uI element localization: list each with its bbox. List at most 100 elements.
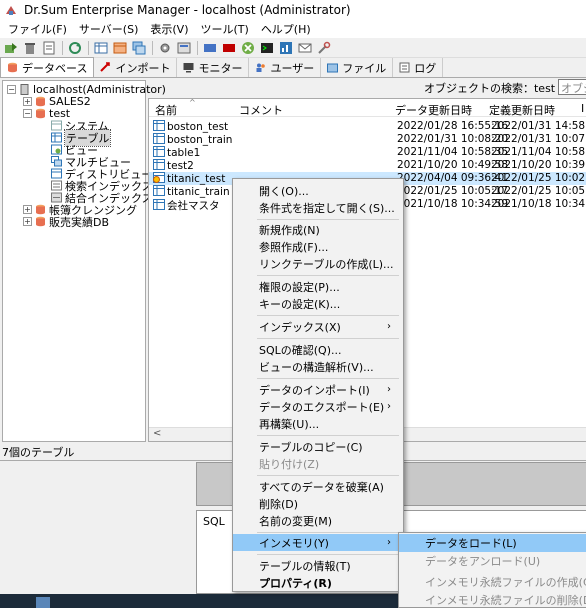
menu-copy-table[interactable]: テーブルのコピー(C) xyxy=(233,438,403,455)
sql-icon[interactable] xyxy=(201,39,218,56)
tab-log[interactable]: ログ xyxy=(393,58,444,77)
trash-icon[interactable] xyxy=(21,39,38,56)
tab-database[interactable]: データベース xyxy=(0,57,95,77)
toolbar-separator xyxy=(62,40,63,55)
menu-delete[interactable]: 削除(D) xyxy=(233,495,403,512)
table-icon xyxy=(153,133,165,144)
chart-icon[interactable] xyxy=(277,39,294,56)
multiview-icon xyxy=(51,156,62,167)
refresh-icon[interactable] xyxy=(66,39,83,56)
tab-label: モニター xyxy=(198,61,243,75)
menu-data-import[interactable]: データのインポート(I) › xyxy=(233,381,403,398)
menu-new[interactable]: 新規作成(N) xyxy=(233,221,403,238)
column-header-extra[interactable]: I xyxy=(581,102,584,115)
def-updated: 2022/01/31 14:58:52 xyxy=(491,120,586,132)
view-icon[interactable] xyxy=(111,39,128,56)
expand-icon[interactable]: + xyxy=(23,97,32,106)
def-updated: 2022/01/25 10:05:17 xyxy=(491,185,586,197)
tab-file[interactable]: ファイル xyxy=(321,58,394,77)
file-icon xyxy=(327,63,339,73)
menu-create-reference[interactable]: 参照作成(F)... xyxy=(233,238,403,255)
connect-icon[interactable] xyxy=(2,39,19,56)
inmemory-submenu: データをロード(L) データをアンロード(U) インメモリ永続ファイルの作成(C… xyxy=(398,532,586,608)
collapse-icon[interactable]: − xyxy=(23,109,32,118)
menu-table-info[interactable]: テーブルの情報(T) xyxy=(233,557,403,574)
title-bar: Dr.Sum Enterprise Manager - localhost (A… xyxy=(0,0,586,20)
column-header-data-updated[interactable]: データ更新日時 xyxy=(395,102,472,118)
chevron-right-icon: › xyxy=(387,401,391,412)
def-updated: 2021/11/04 10:58:35 xyxy=(491,146,586,158)
tree-node-sales-db[interactable]: + 販売実績DB xyxy=(23,215,109,229)
menu-key-settings[interactable]: キーの設定(K)... xyxy=(233,295,403,312)
menu-load-data[interactable]: データをロード(L) xyxy=(399,534,586,552)
tab-label: ユーザー xyxy=(270,61,315,75)
table-icon[interactable] xyxy=(92,39,109,56)
table-icon xyxy=(153,185,165,196)
monitor-icon xyxy=(183,63,194,73)
menu-check-sql[interactable]: SQLの確認(Q)... xyxy=(233,341,403,358)
table-row[interactable]: table1 2021/11/04 10:58:35 2021/11/04 10… xyxy=(149,146,586,159)
menu-view[interactable]: 表示(V) xyxy=(144,21,194,37)
column-header-def-updated[interactable]: 定義更新日時 xyxy=(489,102,555,118)
scroll-left-icon[interactable]: < xyxy=(153,428,161,439)
menu-properties[interactable]: プロパティ(R) xyxy=(233,574,403,591)
expand-icon[interactable]: + xyxy=(23,217,32,226)
mail-icon[interactable] xyxy=(296,39,313,56)
tools-icon[interactable] xyxy=(315,39,332,56)
server-icon[interactable] xyxy=(175,39,192,56)
collapse-icon[interactable]: − xyxy=(7,85,16,94)
menu-create-persistent-file[interactable]: インメモリ永続ファイルの作成(C) xyxy=(399,573,586,591)
stop-icon[interactable] xyxy=(239,39,256,56)
menu-data-export[interactable]: データのエクスポート(E) › xyxy=(233,398,403,415)
menu-tools[interactable]: ツール(T) xyxy=(195,21,255,37)
def-updated: 2021/10/20 10:39:27 xyxy=(491,159,586,171)
menu-create-link-table[interactable]: リンクテーブルの作成(L)... xyxy=(233,255,403,272)
tab-label: データベース xyxy=(22,61,88,75)
status-text: 7個のテーブル xyxy=(2,446,75,459)
menu-separator xyxy=(257,532,399,533)
menu-separator xyxy=(257,475,399,476)
multiview-icon[interactable] xyxy=(130,39,147,56)
search-index-icon xyxy=(51,180,62,191)
console-icon[interactable] xyxy=(258,39,275,56)
gear-icon[interactable] xyxy=(156,39,173,56)
menu-discard-all-data[interactable]: すべてのデータを破棄(A) xyxy=(233,478,403,495)
table-icon xyxy=(153,159,165,170)
menu-inmemory[interactable]: インメモリ(Y) › xyxy=(233,534,403,551)
expand-icon[interactable]: + xyxy=(23,205,32,214)
menu-rename[interactable]: 名前の変更(M) xyxy=(233,512,403,529)
table-name: titanic_train xyxy=(167,186,230,198)
table-row[interactable]: boston_test 2022/01/28 16:55:16 2022/01/… xyxy=(149,120,586,133)
menu-separator xyxy=(257,315,399,316)
table-row[interactable]: test2 2021/10/20 10:49:58 2021/10/20 10:… xyxy=(149,159,586,172)
table-row[interactable]: boston_train 2022/01/31 10:08:20 2022/01… xyxy=(149,133,586,146)
menu-rebuild[interactable]: 再構築(U)... xyxy=(233,415,403,432)
menu-open[interactable]: 開く(O)... xyxy=(233,182,403,199)
menu-view-structure[interactable]: ビューの構造解析(V)... xyxy=(233,358,403,375)
menu-data-export-label: データのエクスポート(E) xyxy=(259,400,385,414)
vfs-icon[interactable] xyxy=(220,39,237,56)
main-tabs: データベース インポート モニター ユーザー ファイル ログ xyxy=(0,57,586,78)
menu-paste[interactable]: 貼り付け(Z) xyxy=(233,455,403,472)
tab-import[interactable]: インポート xyxy=(94,58,178,77)
tab-monitor[interactable]: モニター xyxy=(177,58,250,77)
menu-help[interactable]: ヘルプ(H) xyxy=(255,21,317,37)
menu-index[interactable]: インデックス(X) › xyxy=(233,318,403,335)
column-header-name[interactable]: 名前 xyxy=(155,102,177,118)
tab-users[interactable]: ユーザー xyxy=(249,58,322,77)
table-icon xyxy=(153,146,165,157)
menu-permissions[interactable]: 権限の設定(P)... xyxy=(233,278,403,295)
menu-file[interactable]: ファイル(F) xyxy=(2,21,73,37)
table-name: boston_test xyxy=(167,121,229,133)
users-icon xyxy=(256,63,266,72)
menu-delete-persistent-file[interactable]: インメモリ永続ファイルの削除(D) xyxy=(399,591,586,608)
inmemory-table-icon xyxy=(153,172,165,183)
object-search-input[interactable]: オブジェ xyxy=(558,79,586,95)
menu-server[interactable]: サーバー(S) xyxy=(73,21,144,37)
column-header-comment[interactable]: コメント xyxy=(239,102,283,118)
properties-icon[interactable] xyxy=(40,39,57,56)
menu-unload-data[interactable]: データをアンロード(U) xyxy=(399,552,586,570)
taskbar-app-icon[interactable] xyxy=(36,597,50,608)
table-icon xyxy=(153,199,165,210)
menu-open-with-condition[interactable]: 条件式を指定して開く(S)... xyxy=(233,199,403,216)
